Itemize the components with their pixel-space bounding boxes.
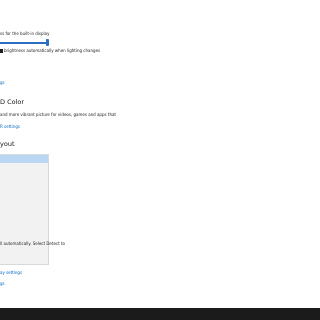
hdr-description: and more vibrant picture for videos, gam… bbox=[0, 112, 116, 117]
brightness-slider-track[interactable] bbox=[0, 42, 48, 44]
graphics-settings-link[interactable]: gs bbox=[0, 281, 5, 286]
auto-brightness-checkbox[interactable] bbox=[0, 49, 3, 53]
hdr-settings-link[interactable]: R settings bbox=[0, 124, 20, 129]
layout-heading: yout bbox=[0, 140, 15, 148]
taskbar bbox=[0, 308, 320, 320]
hdr-heading: D Color bbox=[0, 98, 25, 106]
night-light-settings-link[interactable]: gs bbox=[0, 80, 5, 85]
auto-brightness-label: brightness automatically when lighting c… bbox=[4, 48, 101, 53]
advanced-display-settings-link[interactable]: ay settings bbox=[0, 270, 22, 275]
brightness-slider-thumb[interactable] bbox=[46, 39, 49, 46]
detect-note: ll automatically. Select Detect to bbox=[0, 241, 65, 246]
dropdown-selected-option[interactable] bbox=[0, 155, 48, 163]
brightness-slider-label: ss for the built-in display bbox=[0, 31, 50, 36]
layout-dropdown-list[interactable] bbox=[0, 154, 49, 265]
